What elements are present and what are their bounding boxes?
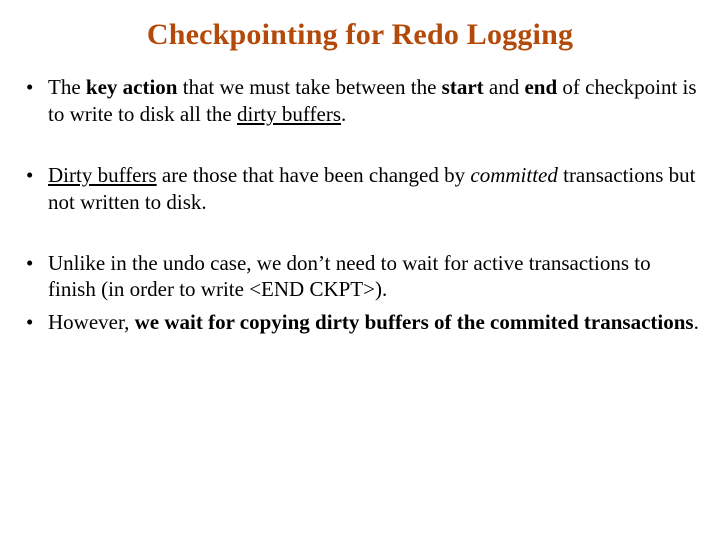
bullet-item: However, we wait for copying dirty buffe… bbox=[20, 309, 700, 336]
bullet-list: Dirty buffers are those that have been c… bbox=[20, 162, 700, 216]
text-underline: dirty buffers bbox=[237, 102, 341, 126]
bullet-item: Unlike in the undo case, we don’t need t… bbox=[20, 250, 700, 304]
text: and bbox=[484, 75, 525, 99]
bullet-list: Unlike in the undo case, we don’t need t… bbox=[20, 250, 700, 337]
slide: Checkpointing for Redo Logging The key a… bbox=[0, 0, 720, 540]
text-bold: key action bbox=[86, 75, 178, 99]
text: . bbox=[694, 310, 699, 334]
bullet-item: The key action that we must take between… bbox=[20, 74, 700, 128]
text-bold: we wait for copying dirty buffers of the… bbox=[135, 310, 694, 334]
text: are those that have been changed by bbox=[157, 163, 471, 187]
text-bold: start bbox=[442, 75, 484, 99]
spacer bbox=[20, 222, 700, 250]
text-underline: Dirty buffers bbox=[48, 163, 157, 187]
text: However, bbox=[48, 310, 135, 334]
text: that we must take between the bbox=[177, 75, 441, 99]
text: . bbox=[341, 102, 346, 126]
spacer bbox=[20, 134, 700, 162]
slide-title: Checkpointing for Redo Logging bbox=[20, 18, 700, 52]
bullet-list: The key action that we must take between… bbox=[20, 74, 700, 128]
text-bold: end bbox=[524, 75, 557, 99]
text: The bbox=[48, 75, 86, 99]
text: Unlike in the undo case, we don’t need t… bbox=[48, 251, 651, 302]
text-italic: committed bbox=[470, 163, 557, 187]
bullet-item: Dirty buffers are those that have been c… bbox=[20, 162, 700, 216]
